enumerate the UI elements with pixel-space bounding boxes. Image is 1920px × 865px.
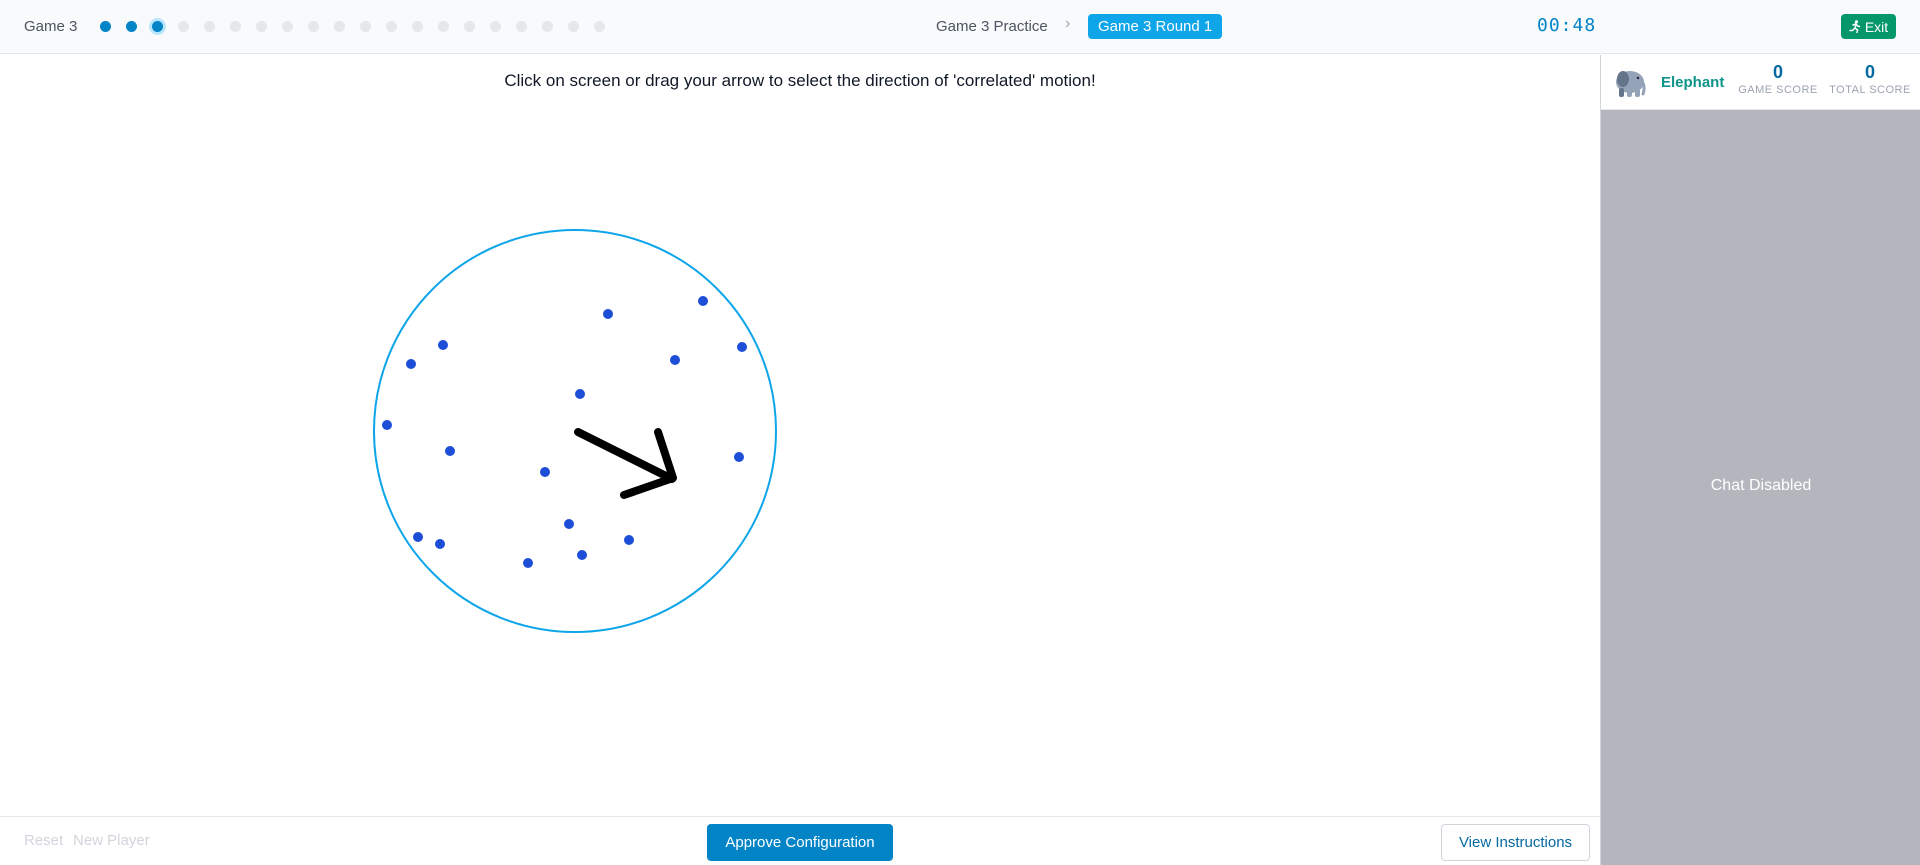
- game-label: Game 3: [24, 18, 78, 35]
- motion-dot: [670, 355, 680, 365]
- direction-arrow[interactable]: [574, 428, 677, 499]
- motion-dot: [737, 342, 747, 352]
- running-person-icon: [1849, 20, 1861, 33]
- game-area[interactable]: Click on screen or drag your arrow to se…: [0, 55, 1600, 816]
- progress-dot: [594, 21, 605, 32]
- exit-button[interactable]: Exit: [1841, 14, 1896, 39]
- moving-dots: [382, 296, 747, 568]
- motion-dot: [564, 519, 574, 529]
- motion-field-canvas[interactable]: [0, 55, 1600, 816]
- motion-dot: [413, 532, 423, 542]
- motion-dot: [698, 296, 708, 306]
- progress-dot: [308, 21, 319, 32]
- motion-dot: [540, 467, 550, 477]
- breadcrumb-parent: Game 3 Practice: [936, 18, 1048, 35]
- progress-dot: [516, 21, 527, 32]
- progress-dot: [438, 21, 449, 32]
- progress-dot: [230, 21, 241, 32]
- motion-dot: [445, 446, 455, 456]
- motion-dot: [435, 539, 445, 549]
- player-name: Elephant: [1661, 74, 1725, 91]
- exit-label: Exit: [1864, 18, 1889, 35]
- total-score-label: TOTAL SCORE: [1829, 84, 1911, 96]
- chevron-right-icon: ›: [1065, 15, 1071, 32]
- progress-dot: [204, 21, 215, 32]
- motion-dot: [523, 558, 533, 568]
- chat-panel: Chat Disabled: [1601, 110, 1920, 865]
- approve-configuration-button[interactable]: Approve Configuration: [707, 824, 893, 861]
- progress-dot: [334, 21, 345, 32]
- progress-dot: [126, 21, 137, 32]
- progress-dot: [360, 21, 371, 32]
- progress-dot: [542, 21, 553, 32]
- progress-dot: [412, 21, 423, 32]
- progress-dot: [490, 21, 501, 32]
- progress-dot: [282, 21, 293, 32]
- motion-dot: [575, 389, 585, 399]
- game-score: 0 GAME SCORE: [1733, 62, 1823, 96]
- motion-dot: [438, 340, 448, 350]
- footer-bar: Reset New Player Approve Configuration V…: [0, 816, 1600, 865]
- progress-dot: [568, 21, 579, 32]
- motion-dot: [603, 309, 613, 319]
- motion-dot: [382, 420, 392, 430]
- total-score-value: 0: [1864, 62, 1875, 82]
- reset-link[interactable]: Reset: [24, 832, 63, 849]
- game-score-label: GAME SCORE: [1738, 84, 1818, 96]
- progress-dot: [386, 21, 397, 32]
- progress-dot: [100, 21, 111, 32]
- progress-dot: [152, 21, 163, 32]
- motion-dot: [624, 535, 634, 545]
- total-score: 0 TOTAL SCORE: [1825, 62, 1915, 96]
- progress-dot: [256, 21, 267, 32]
- breadcrumb-current: Game 3 Round 1: [1088, 14, 1223, 39]
- motion-dot: [406, 359, 416, 369]
- new-player-link[interactable]: New Player: [73, 832, 150, 849]
- top-bar: Game 3 Game 3 Practice › Game 3 Round 1 …: [0, 0, 1920, 54]
- motion-dot: [734, 452, 744, 462]
- player-card: Elephant 0 GAME SCORE 0 TOTAL SCORE: [1601, 55, 1920, 110]
- progress-dot: [178, 21, 189, 32]
- elephant-icon: [1616, 71, 1646, 97]
- chat-disabled-message: Chat Disabled: [1710, 477, 1812, 494]
- sidebar: Elephant 0 GAME SCORE 0 TOTAL SCORE Chat…: [1600, 55, 1920, 865]
- countdown-timer: 00:48: [1537, 15, 1597, 36]
- motion-dot: [577, 550, 587, 560]
- view-instructions-button[interactable]: View Instructions: [1441, 824, 1590, 861]
- game-score-value: 0: [1772, 62, 1783, 82]
- progress-dot: [464, 21, 475, 32]
